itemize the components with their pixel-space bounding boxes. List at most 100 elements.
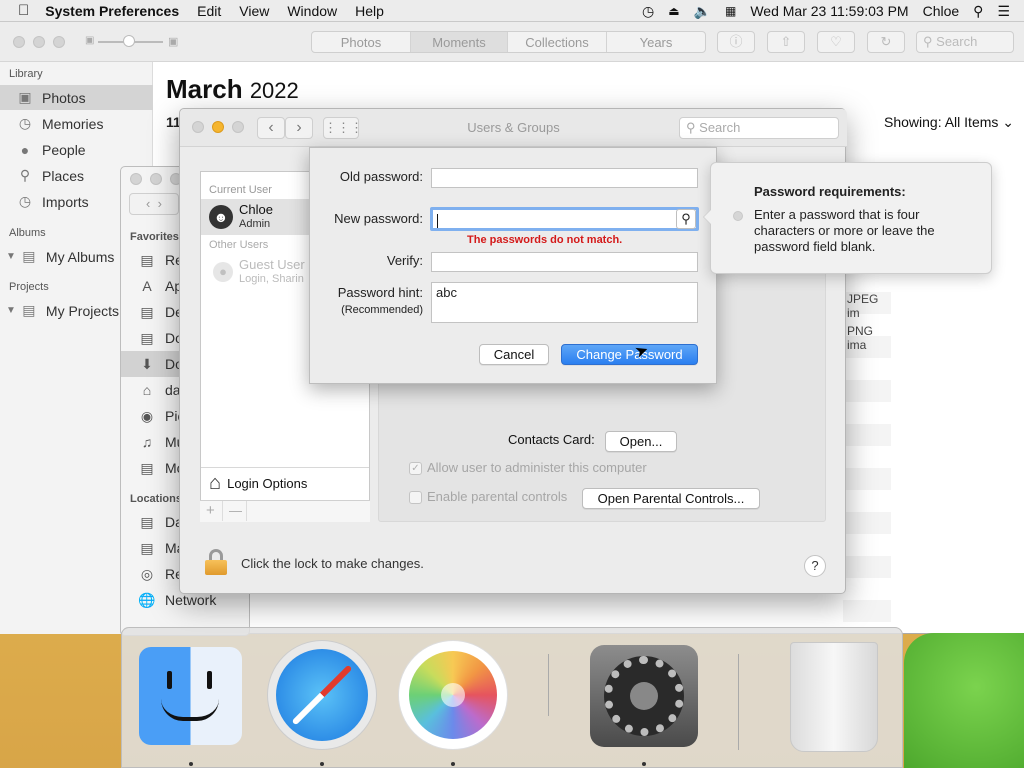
- prefs-search-placeholder: Search: [699, 120, 741, 135]
- memories-icon: ◷: [18, 115, 32, 131]
- apple-menu-icon[interactable]: : [0, 2, 41, 19]
- zoom-out-icon[interactable]: ▣: [85, 35, 94, 46]
- cancel-button[interactable]: Cancel: [479, 344, 549, 365]
- sidebar-item-label: Memories: [42, 115, 104, 132]
- favorites-section-label: Favorites: [130, 231, 179, 243]
- library-section-label: Library: [9, 68, 43, 80]
- photos-search-placeholder: Search: [936, 34, 978, 49]
- sidebar-item-label: Photos: [42, 89, 86, 106]
- back-forward-buttons[interactable]: ‹ ›: [129, 193, 179, 215]
- share-icon[interactable]: ⇧: [767, 31, 805, 53]
- user-list-footer: + —: [200, 500, 370, 522]
- zoom-slider-knob[interactable]: [123, 35, 135, 47]
- popover-text: Enter a password that is four characters…: [754, 207, 935, 254]
- requirement-status-dot-icon: [733, 211, 743, 221]
- locations-section-label: Locations: [130, 493, 182, 505]
- photos-search-field[interactable]: ⚲ Search: [916, 31, 1014, 53]
- zoom-in-icon[interactable]: ▣: [168, 35, 178, 48]
- close-button[interactable]: [130, 173, 142, 185]
- close-button[interactable]: [13, 36, 25, 48]
- month-name: March: [166, 74, 243, 104]
- menu-window[interactable]: Window: [278, 3, 346, 19]
- change-password-button[interactable]: Change Password: [561, 344, 698, 365]
- finder-icon[interactable]: [139, 647, 242, 745]
- verify-label: Verify:: [386, 253, 423, 268]
- menu-user[interactable]: Chloe: [916, 3, 967, 19]
- tab-collections[interactable]: Collections: [508, 32, 607, 52]
- notification-center-icon[interactable]: ☰: [990, 3, 1024, 20]
- parental-controls-checkbox[interactable]: [409, 491, 422, 504]
- applications-icon: A: [142, 278, 152, 294]
- tab-years[interactable]: Years: [607, 32, 705, 52]
- new-password-label: New password:: [334, 211, 423, 226]
- old-password-field[interactable]: [431, 168, 698, 188]
- time-machine-icon[interactable]: ◷: [635, 3, 661, 20]
- guest-avatar: ●: [213, 262, 233, 282]
- running-indicator: [451, 762, 455, 766]
- login-options-label: Login Options: [227, 476, 308, 491]
- menu-edit[interactable]: Edit: [188, 3, 230, 19]
- menu-clock[interactable]: Wed Mar 23 11:59:03 PM: [743, 3, 915, 19]
- search-icon: ⚲: [686, 120, 696, 135]
- password-hint-field[interactable]: abc: [431, 282, 698, 323]
- wallpaper-decoration: [904, 633, 1024, 768]
- menu-app-name[interactable]: System Preferences: [41, 3, 188, 19]
- verify-field[interactable]: [431, 252, 698, 272]
- minimize-button[interactable]: [150, 173, 162, 185]
- sidebar-item-photos[interactable]: ▣ Photos: [0, 85, 153, 110]
- tab-moments[interactable]: Moments: [411, 32, 508, 52]
- tab-photos[interactable]: Photos: [312, 32, 411, 52]
- minimize-button[interactable]: [33, 36, 45, 48]
- disclosure-triangle-icon[interactable]: ▼: [6, 251, 16, 262]
- photos-app-icon[interactable]: [398, 640, 508, 750]
- showing-filter[interactable]: Showing: All Items ⌄: [884, 114, 1014, 131]
- remote-disc-icon: ◎: [140, 565, 154, 582]
- keyboard-viewer-icon[interactable]: ▦: [718, 4, 743, 18]
- password-assistant-key-button[interactable]: ⚲: [676, 209, 696, 229]
- open-parental-controls-button[interactable]: Open Parental Controls...: [582, 488, 760, 509]
- key-icon: ⚲: [681, 211, 691, 226]
- login-options-row[interactable]: ⌂ Login Options: [201, 467, 369, 499]
- sidebar-item-memories[interactable]: ◷ Memories: [0, 111, 153, 136]
- view-tabs: Photos Moments Collections Years: [311, 31, 706, 53]
- parental-controls-label: Enable parental controls: [427, 489, 568, 504]
- file-kind-cell: JPEG im: [847, 292, 879, 320]
- spotlight-icon[interactable]: ⚲: [966, 3, 990, 20]
- favorite-icon[interactable]: ♡: [817, 31, 855, 53]
- open-contacts-card-button[interactable]: Open...: [605, 431, 677, 452]
- documents-icon: ▤: [140, 329, 154, 346]
- menu-help[interactable]: Help: [346, 3, 393, 19]
- menu-view[interactable]: View: [230, 3, 278, 19]
- system-preferences-icon[interactable]: [590, 645, 698, 747]
- help-button[interactable]: ?: [804, 555, 826, 577]
- rotate-icon[interactable]: ↻: [867, 31, 905, 53]
- zoom-button[interactable]: [53, 36, 65, 48]
- pictures-icon: ◉: [140, 407, 154, 424]
- new-password-field[interactable]: ➜: [430, 207, 699, 231]
- computer-icon: ▤: [140, 513, 154, 530]
- sidebar-item-label: My Projects: [45, 302, 120, 319]
- popover-arrow-fill: [704, 210, 711, 224]
- info-icon[interactable]: ⓘ: [717, 31, 755, 53]
- sidebar-item-label: Places: [42, 167, 85, 184]
- remove-user-button[interactable]: —: [229, 503, 242, 518]
- sidebar-item-label: People: [42, 141, 86, 158]
- showing-value: All Items: [944, 114, 999, 130]
- eject-icon[interactable]: ⏏: [661, 4, 686, 18]
- volume-icon[interactable]: 🔈: [687, 3, 718, 20]
- dock-divider: [548, 654, 549, 716]
- lock-icon[interactable]: [205, 549, 227, 575]
- trash-icon[interactable]: [790, 642, 878, 752]
- safari-icon[interactable]: [267, 640, 377, 750]
- albums-section-label: Albums: [9, 227, 46, 239]
- other-users-label: Other Users: [209, 239, 269, 251]
- prefs-search-field[interactable]: ⚲ Search: [679, 117, 839, 139]
- sidebar-item-people[interactable]: ● People: [0, 137, 153, 162]
- imports-icon: ◷: [18, 193, 32, 209]
- divider: [246, 501, 247, 521]
- photos-icon: ▣: [18, 89, 32, 105]
- password-hint-label: Password hint:: [337, 285, 423, 300]
- allow-admin-checkbox[interactable]: ✓: [409, 462, 422, 475]
- add-user-button[interactable]: +: [206, 502, 215, 519]
- disclosure-triangle-icon[interactable]: ▼: [6, 305, 16, 316]
